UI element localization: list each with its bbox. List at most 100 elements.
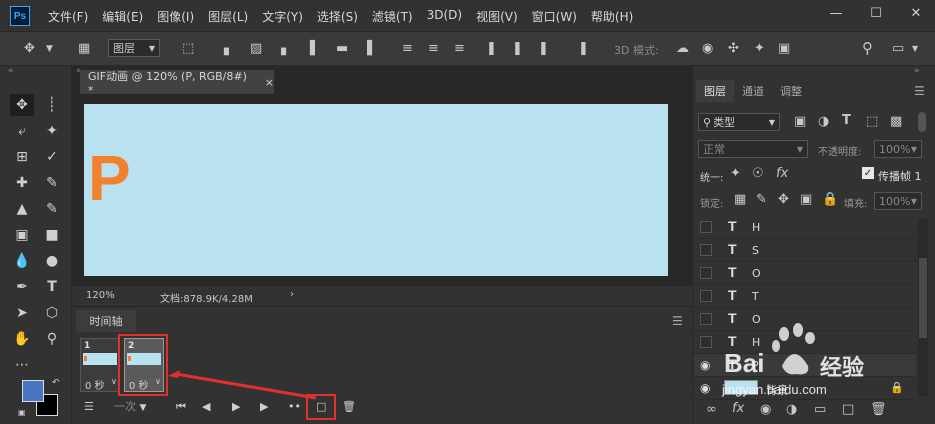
foreground-color-swatch[interactable] xyxy=(22,380,44,402)
tab-adjustments[interactable]: 调整 xyxy=(772,80,810,102)
animation-frame-1[interactable]: 1 0 秒 ∨ xyxy=(80,338,120,392)
filter-pixel-icon[interactable]: ▣ xyxy=(794,114,806,129)
distribute-top-icon[interactable]: ≡ xyxy=(402,41,413,56)
menu-layer[interactable]: 图层(L) xyxy=(208,8,248,25)
collapse-icon[interactable]: » xyxy=(914,66,920,76)
visibility-toggle[interactable] xyxy=(700,336,712,348)
tween-icon[interactable]: •• xyxy=(288,400,301,413)
close-icon[interactable]: × xyxy=(265,76,274,89)
crop-tool-icon[interactable]: ⊞ xyxy=(10,146,34,168)
marquee-tool-icon[interactable]: ┊ xyxy=(40,94,64,116)
menu-help[interactable]: 帮助(H) xyxy=(591,8,633,25)
eye-icon[interactable]: ◉ xyxy=(700,358,710,372)
play-icon[interactable]: ▶ xyxy=(232,400,240,413)
visibility-toggle[interactable] xyxy=(700,221,712,233)
workspace-icon[interactable]: ▭ xyxy=(892,41,904,56)
delete-layer-icon[interactable]: 🗑 xyxy=(870,402,887,417)
visibility-toggle[interactable] xyxy=(700,267,712,279)
blur-tool-icon[interactable]: 💧 xyxy=(10,250,34,272)
visibility-toggle[interactable] xyxy=(700,244,712,256)
document-tab[interactable]: GIF动画 @ 120% (P, RGB/8#) * × xyxy=(80,70,274,97)
default-colors-icon[interactable]: ▣ xyxy=(18,408,26,417)
eyedropper-icon[interactable]: ✓ xyxy=(40,146,64,168)
more-tools-icon[interactable]: ⋯ xyxy=(10,354,34,376)
menu-view[interactable]: 视图(V) xyxy=(476,8,518,25)
align-top-icon[interactable]: ▖ xyxy=(224,41,234,56)
layer-row[interactable]: T O xyxy=(694,308,916,331)
move-tool-icon[interactable]: ✥ xyxy=(24,41,35,56)
menu-image[interactable]: 图像(I) xyxy=(157,8,194,25)
auto-align-icon[interactable]: ❚ xyxy=(578,41,589,56)
filter-type-icon[interactable]: T xyxy=(842,113,851,128)
layer-row[interactable]: T S xyxy=(694,239,916,262)
scrollbar-thumb[interactable] xyxy=(919,258,927,338)
3d-roll-icon[interactable]: ◉ xyxy=(702,41,713,56)
healing-brush-icon[interactable]: ✚ xyxy=(10,172,34,194)
layer-filter-dropdown[interactable]: ⚲ 类型 ▼ xyxy=(698,113,780,131)
layer-row[interactable]: ◉ T P xyxy=(694,354,916,377)
menu-window[interactable]: 窗口(W) xyxy=(532,8,577,25)
delete-frame-icon[interactable]: 🗑 xyxy=(342,400,356,413)
minimize-icon[interactable]: — xyxy=(827,4,845,22)
unify-style-icon[interactable]: fx xyxy=(776,166,788,181)
magic-wand-icon[interactable]: ✦ xyxy=(40,120,64,142)
distribute-right-icon[interactable]: ❚ xyxy=(538,41,549,56)
distribute-hcenter-icon[interactable]: ❚ xyxy=(512,41,523,56)
hand-tool-icon[interactable]: ✋ xyxy=(10,328,34,350)
3d-pan-icon[interactable]: ✣ xyxy=(728,41,739,56)
maximize-icon[interactable]: ☐ xyxy=(867,4,885,22)
align-hcenter-icon[interactable]: ▬ xyxy=(336,41,348,56)
collapse-icon[interactable]: « xyxy=(8,66,14,76)
lasso-tool-icon[interactable]: ⤶ xyxy=(10,120,34,142)
duplicate-frame-icon[interactable]: □ xyxy=(316,400,326,413)
lock-all-icon[interactable]: 🔒 xyxy=(822,192,838,207)
path-select-icon[interactable]: ➤ xyxy=(10,302,34,324)
propagate-checkbox[interactable]: ✓ xyxy=(862,167,874,179)
align-vcenter-icon[interactable]: ▨ xyxy=(250,41,262,56)
eye-icon[interactable]: ◉ xyxy=(700,381,710,395)
distribute-left-icon[interactable]: ❚ xyxy=(486,41,497,56)
lock-position-icon[interactable]: ✥ xyxy=(778,192,789,207)
shape-tool-icon[interactable]: ⬡ xyxy=(40,302,64,324)
align-left-icon[interactable]: ▌ xyxy=(310,41,320,56)
first-frame-icon[interactable]: ⏮ xyxy=(176,400,186,414)
unify-visibility-icon[interactable]: ☉ xyxy=(752,166,764,181)
close-icon[interactable]: ✕ xyxy=(907,4,925,22)
frame-delay[interactable]: 0 秒 xyxy=(85,377,105,392)
zoom-tool-icon[interactable]: ⚲ xyxy=(40,328,64,350)
visibility-toggle[interactable] xyxy=(700,313,712,325)
panel-menu-icon[interactable]: ☰ xyxy=(672,314,683,328)
lock-transparent-icon[interactable]: ▦ xyxy=(734,192,746,207)
panel-menu-icon[interactable]: ☰ xyxy=(914,84,925,98)
adjustment-layer-icon[interactable]: ◑ xyxy=(786,402,797,417)
convert-timeline-icon[interactable]: ☰ xyxy=(84,400,94,413)
link-layers-icon[interactable]: ∞ xyxy=(706,402,717,417)
distribute-vcenter-icon[interactable]: ≡ xyxy=(428,41,439,56)
tab-layers[interactable]: 图层 xyxy=(696,80,734,102)
blend-mode-dropdown[interactable]: 正常 ▼ xyxy=(698,140,808,158)
distribute-bottom-icon[interactable]: ≡ xyxy=(454,41,465,56)
unify-position-icon[interactable]: ✦ xyxy=(730,166,741,181)
canvas[interactable]: P xyxy=(84,104,668,276)
next-frame-icon[interactable]: ▶ xyxy=(260,400,268,413)
chevron-down-icon[interactable]: ▼ xyxy=(912,44,918,53)
fill-field[interactable]: 100% ▼ xyxy=(874,192,922,210)
new-layer-icon[interactable]: □ xyxy=(842,402,854,417)
swap-colors-icon[interactable]: ↶ xyxy=(52,378,60,388)
align-bottom-icon[interactable]: ▗ xyxy=(276,41,286,56)
dodge-tool-icon[interactable]: ● xyxy=(40,250,64,272)
menu-type[interactable]: 文字(Y) xyxy=(262,8,303,25)
search-icon[interactable]: ⚲ xyxy=(862,39,873,57)
gradient-tool-icon[interactable]: ■ xyxy=(40,224,64,246)
transform-controls-icon[interactable]: ⬚ xyxy=(182,41,194,56)
layer-row[interactable]: T H xyxy=(694,216,916,239)
stamp-tool-icon[interactable]: ▲ xyxy=(10,198,34,220)
auto-select-dropdown[interactable]: 图层 ▼ xyxy=(108,39,160,57)
brush-tool-icon[interactable]: ✎ xyxy=(40,172,64,194)
menu-filter[interactable]: 滤镜(T) xyxy=(372,8,413,25)
auto-select-icon[interactable]: ▦ xyxy=(78,41,90,56)
loop-dropdown[interactable]: 一次 ▼ xyxy=(114,398,166,414)
layer-row[interactable]: ◉ 背景 🔒 xyxy=(694,377,916,400)
chevron-down-icon[interactable]: ▼ xyxy=(46,44,53,54)
eraser-tool-icon[interactable]: ▣ xyxy=(10,224,34,246)
